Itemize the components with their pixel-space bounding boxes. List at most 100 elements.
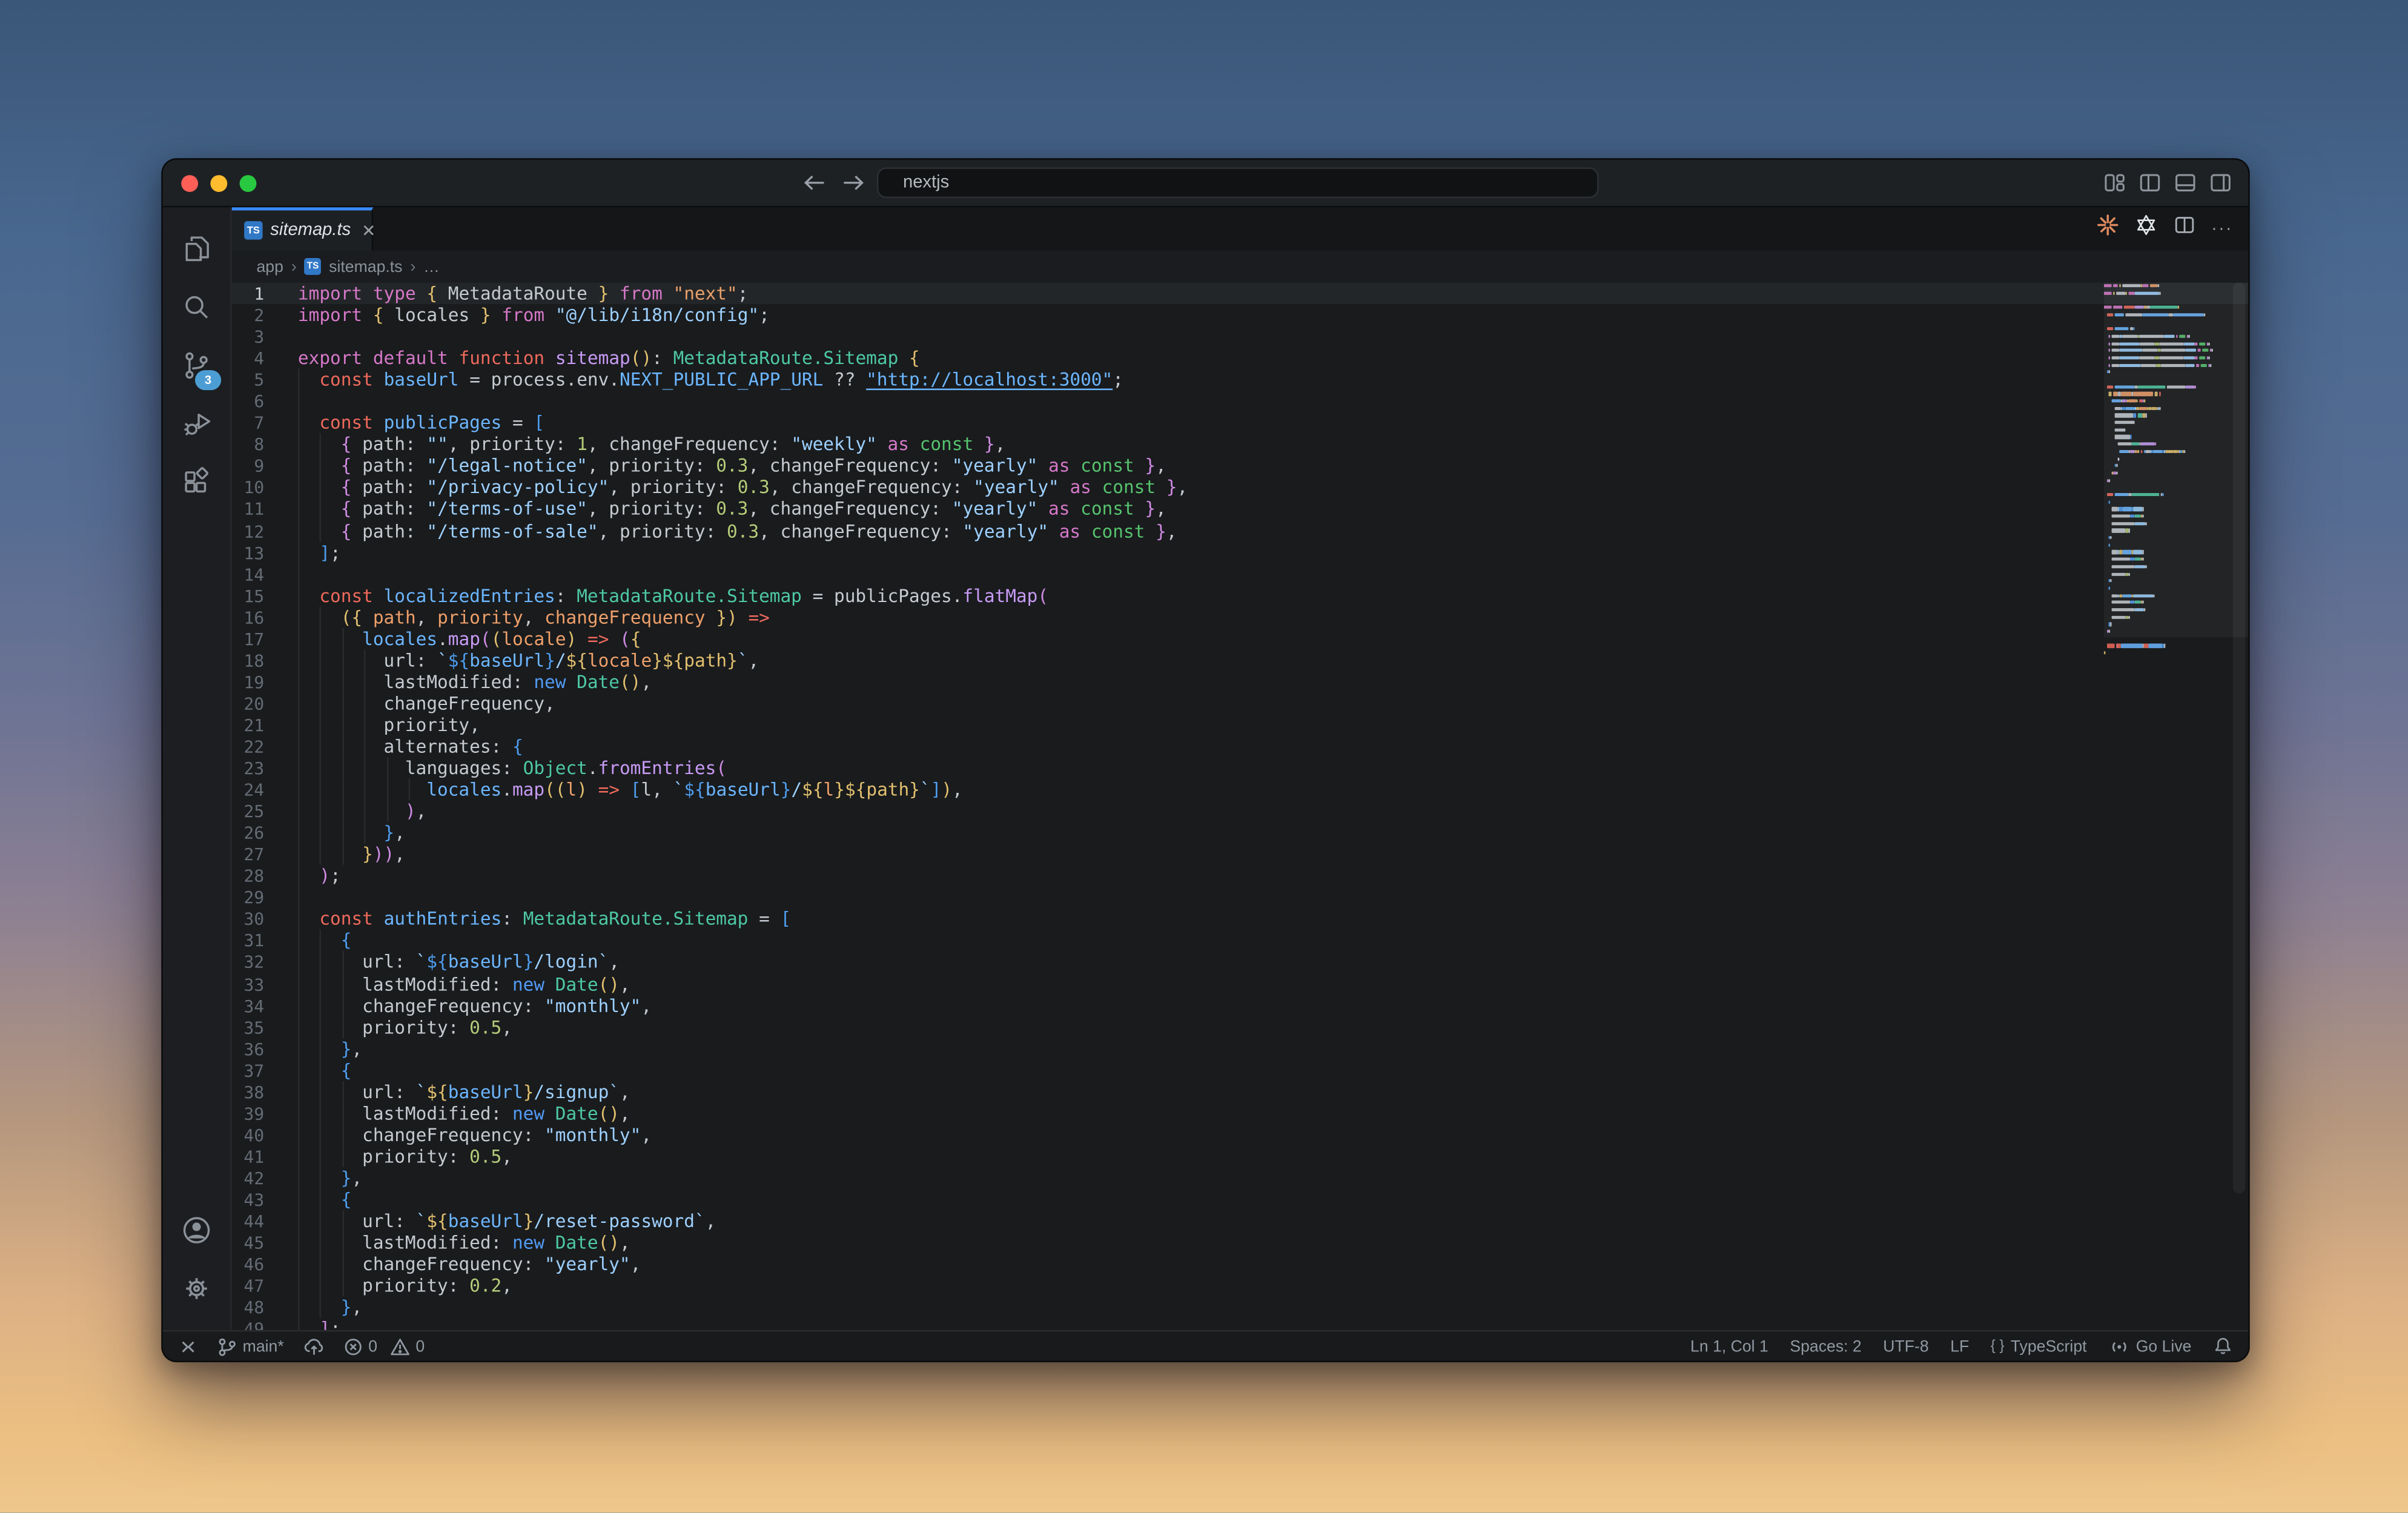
code-line[interactable]: 27 })), xyxy=(232,843,2248,866)
toggle-secondary-sidebar-icon[interactable] xyxy=(2208,170,2233,195)
claude-starburst-icon[interactable] xyxy=(2096,213,2119,244)
code-line[interactable]: 44 url: `${baseUrl}/reset-password`, xyxy=(232,1210,2248,1232)
minimize-window-button[interactable] xyxy=(210,174,228,191)
publish-changes-icon[interactable] xyxy=(302,1336,325,1356)
more-actions-icon[interactable]: ··· xyxy=(2211,220,2233,238)
close-window-button[interactable] xyxy=(181,174,199,191)
code-line[interactable]: 39 lastModified: new Date(), xyxy=(232,1102,2248,1124)
minimap-line xyxy=(2104,455,2230,463)
history-nav xyxy=(803,160,864,206)
code-line[interactable]: 7 const publicPages = [ xyxy=(232,412,2248,434)
code-text: ); xyxy=(319,865,341,887)
indentation-status[interactable]: Spaces: 2 xyxy=(1790,1337,1861,1355)
code-line[interactable]: 46 changeFrequency: "yearly", xyxy=(232,1253,2248,1276)
code-line[interactable]: 40 changeFrequency: "monthly", xyxy=(232,1124,2248,1146)
code-line[interactable]: 8 { path: "", priority: 1, changeFrequen… xyxy=(232,433,2248,455)
forward-icon[interactable] xyxy=(842,174,865,192)
customize-layout-icon[interactable] xyxy=(2102,170,2127,195)
source-control-icon[interactable]: 3 xyxy=(170,336,222,394)
command-center-search[interactable]: nextjs xyxy=(876,167,1599,199)
git-branch-status[interactable]: main* xyxy=(217,1336,284,1357)
notifications-bell-icon[interactable] xyxy=(2213,1336,2233,1356)
code-line[interactable]: 23 languages: Object.fromEntries( xyxy=(232,757,2248,779)
indent-guide xyxy=(409,778,411,801)
back-icon[interactable] xyxy=(803,174,826,192)
code-line[interactable]: 14 xyxy=(232,563,2248,585)
code-line[interactable]: 11 { path: "/terms-of-use", priority: 0.… xyxy=(232,498,2248,520)
code-line[interactable]: 42 }, xyxy=(232,1167,2248,1189)
code-line[interactable]: 2 import { locales } from "@/lib/i18n/con… xyxy=(232,304,2248,326)
code-line[interactable]: 3 xyxy=(232,326,2248,348)
code-line[interactable]: 16 ({ path, priority, changeFrequency })… xyxy=(232,606,2248,628)
tab-close-icon[interactable]: ✕ xyxy=(362,220,375,240)
search-icon[interactable] xyxy=(170,278,222,336)
go-live-button[interactable]: Go Live xyxy=(2108,1337,2191,1356)
indent-guide xyxy=(297,886,300,909)
code-line[interactable]: 45 lastModified: new Date(), xyxy=(232,1231,2248,1254)
code-line[interactable]: 34 changeFrequency: "monthly", xyxy=(232,994,2248,1016)
split-editor-icon[interactable] xyxy=(2173,213,2196,244)
code-line[interactable]: 21 priority, xyxy=(232,713,2248,736)
explorer-icon[interactable] xyxy=(170,220,222,278)
code-line[interactable]: 37 { xyxy=(232,1059,2248,1081)
code-line[interactable]: 31 { xyxy=(232,930,2248,952)
indent-guide xyxy=(342,843,344,866)
code-line[interactable]: 10 { path: "/privacy-policy", priority: … xyxy=(232,477,2248,498)
code-line[interactable]: 19 lastModified: new Date(), xyxy=(232,670,2248,693)
indent-guide xyxy=(297,520,300,541)
vertical-scrollbar[interactable] xyxy=(2230,282,2248,1330)
code-line[interactable]: 32 url: `${baseUrl}/login`, xyxy=(232,951,2248,973)
code-line[interactable]: 18 url: `${baseUrl}/${locale}${path}`, xyxy=(232,649,2248,671)
code-line[interactable]: 33 lastModified: new Date(), xyxy=(232,973,2248,995)
code-line[interactable]: 17 locales.map((locale) => ({ xyxy=(232,627,2248,650)
code-line[interactable]: 9 { path: "/legal-notice", priority: 0.3… xyxy=(232,455,2248,477)
code-line[interactable]: 48 }, xyxy=(232,1296,2248,1319)
cursor-position[interactable]: Ln 1, Col 1 xyxy=(1690,1337,1768,1355)
minimap-line xyxy=(2104,506,2230,513)
zoom-window-button[interactable] xyxy=(239,174,257,191)
remote-indicator[interactable] xyxy=(178,1337,198,1355)
code-line[interactable]: 1 import type { MetadataRoute } from "nex… xyxy=(231,282,2249,305)
code-line[interactable]: 15 const localizedEntries: MetadataRoute… xyxy=(232,584,2248,606)
code-line[interactable]: 26 }, xyxy=(232,822,2248,844)
breadcrumb-file[interactable]: sitemap.ts xyxy=(329,257,402,276)
encoding-status[interactable]: UTF-8 xyxy=(1883,1337,1928,1355)
code-line[interactable]: 24 locales.map((l) => [l, `${baseUrl}/${… xyxy=(232,778,2248,801)
run-debug-icon[interactable] xyxy=(170,395,222,453)
code-line[interactable]: 25 ), xyxy=(232,800,2248,823)
code-line[interactable]: 38 url: `${baseUrl}/signup`, xyxy=(232,1081,2248,1103)
code-line[interactable]: 43 { xyxy=(232,1188,2248,1211)
scrollbar-thumb[interactable] xyxy=(2232,282,2246,1194)
code-line[interactable]: 6 xyxy=(232,390,2248,412)
extensions-icon[interactable] xyxy=(170,453,222,511)
toggle-primary-sidebar-icon[interactable] xyxy=(2138,170,2163,195)
code-line[interactable]: 36 }, xyxy=(232,1038,2248,1059)
code-line[interactable]: 12 { path: "/terms-of-sale", priority: 0… xyxy=(232,520,2248,541)
code-line[interactable]: 29 xyxy=(232,886,2248,909)
line-number: 23 xyxy=(243,758,265,779)
eol-status[interactable]: LF xyxy=(1950,1337,1969,1355)
toggle-panel-icon[interactable] xyxy=(2173,170,2198,195)
minimap[interactable] xyxy=(2103,283,2230,657)
code-line[interactable]: 41 priority: 0.5, xyxy=(232,1145,2248,1167)
breadcrumb-folder[interactable]: app xyxy=(256,257,283,276)
line-number: 44 xyxy=(243,1211,265,1232)
settings-gear-icon[interactable] xyxy=(170,1259,222,1317)
code-line[interactable]: 30 const authEntries: MetadataRoute.Site… xyxy=(232,908,2248,930)
code-line[interactable]: 20 changeFrequency, xyxy=(232,692,2248,714)
code-line[interactable]: 5 const baseUrl = process.env.NEXT_PUBLI… xyxy=(232,369,2248,391)
code-line[interactable]: 47 priority: 0.2, xyxy=(232,1275,2248,1297)
language-mode[interactable]: { } TypeScript xyxy=(1991,1337,2087,1355)
openai-icon[interactable] xyxy=(2135,213,2158,244)
code-line[interactable]: 49 ]; xyxy=(232,1318,2248,1330)
code-line[interactable]: 28 ); xyxy=(232,865,2248,887)
code-editor[interactable]: 1 import type { MetadataRoute } from "nex… xyxy=(231,282,2249,1330)
code-line[interactable]: 35 priority: 0.5, xyxy=(232,1016,2248,1038)
tab-sitemap[interactable]: TS sitemap.ts ✕ xyxy=(231,207,375,251)
problems-status[interactable]: 0 0 xyxy=(344,1337,425,1356)
code-line[interactable]: 22 alternates: { xyxy=(232,735,2248,758)
account-icon[interactable] xyxy=(170,1201,222,1259)
code-line[interactable]: 13 ]; xyxy=(232,541,2248,563)
breadcrumb-symbol[interactable]: … xyxy=(423,257,440,276)
code-line[interactable]: 4 export default function sitemap(): Meta… xyxy=(232,347,2248,369)
